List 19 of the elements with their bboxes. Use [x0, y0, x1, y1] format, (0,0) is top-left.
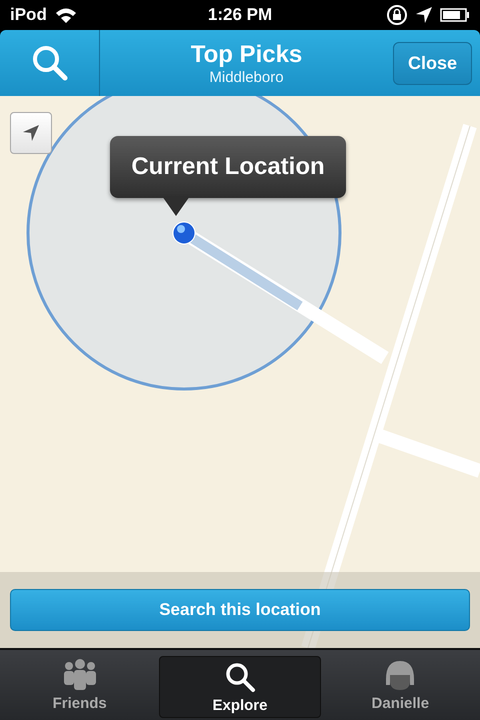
location-arrow-icon: [21, 123, 41, 143]
carrier-name: iPod: [10, 5, 47, 25]
search-location-button[interactable]: Search this location: [10, 589, 470, 631]
location-arrow-icon: [416, 7, 432, 23]
callout-pointer: [162, 196, 190, 216]
tab[interactable]: Friends: [0, 652, 160, 718]
nav-title: Top Picks: [190, 40, 302, 68]
tab[interactable]: Danielle: [320, 652, 480, 718]
battery-icon: [440, 8, 470, 22]
search-icon: [224, 660, 256, 692]
wifi-icon: [54, 7, 77, 23]
close-button[interactable]: Close: [392, 42, 472, 84]
tab[interactable]: Explore: [159, 656, 321, 718]
locate-button[interactable]: [10, 112, 52, 154]
rotation-lock-icon: [386, 4, 408, 26]
people-icon: [62, 658, 98, 690]
status-time: 1:26 PM: [208, 5, 272, 25]
location-callout: Current Location: [110, 136, 346, 198]
nav-subtitle: Middleboro: [209, 68, 284, 86]
